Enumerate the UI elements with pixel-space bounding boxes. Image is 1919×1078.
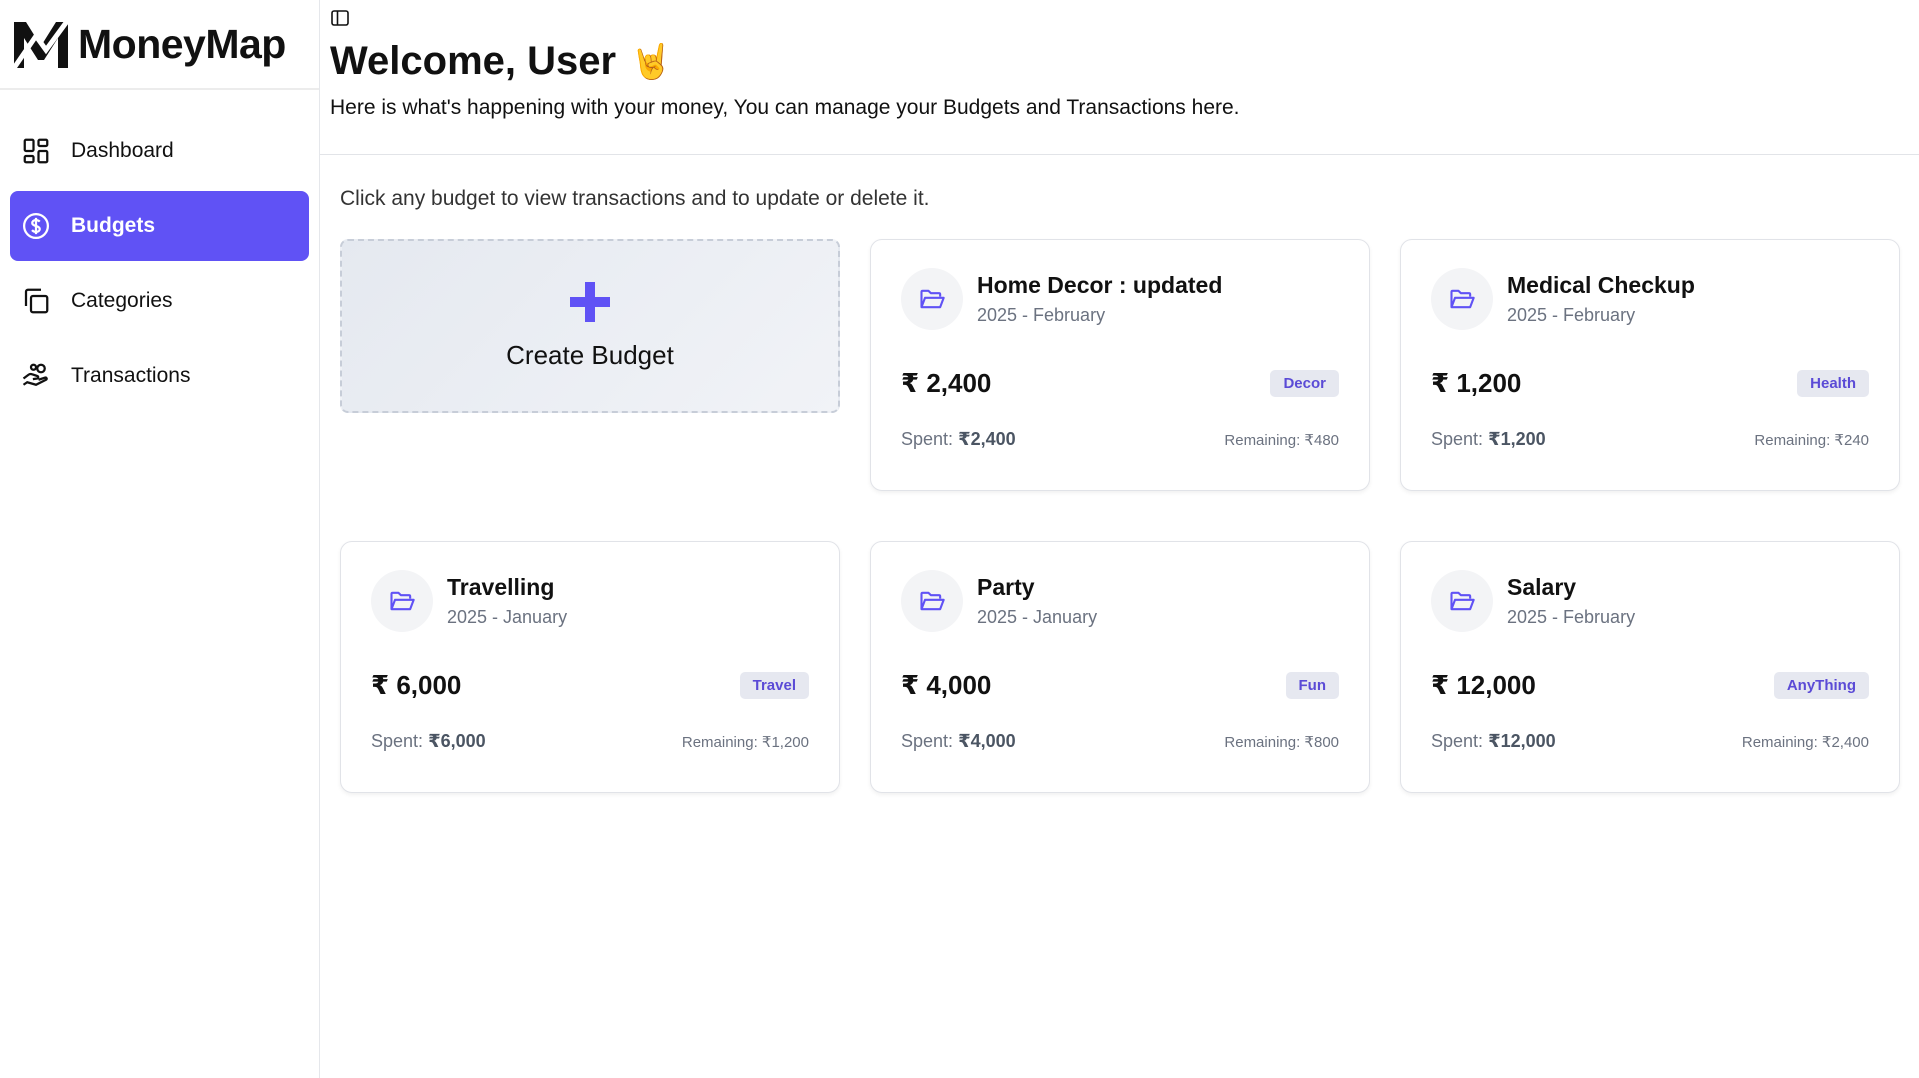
sidebar: MoneyMap Dashboard Budgets Categories Tr… <box>0 0 320 1078</box>
folder-icon <box>1431 268 1493 330</box>
spent-value: ₹1,200 <box>1488 429 1546 449</box>
budget-remaining: Remaining: ₹240 <box>1754 431 1869 449</box>
sidebar-item-label: Dashboard <box>71 139 174 162</box>
budget-card[interactable]: Party 2025 - January ₹ 4,000 Fun Spent: … <box>870 541 1370 793</box>
budget-card-header: Party 2025 - January <box>901 570 1339 632</box>
budget-card[interactable]: Medical Checkup 2025 - February ₹ 1,200 … <box>1400 239 1900 491</box>
budget-spent: Spent: ₹4,000 <box>901 731 1016 752</box>
folder-icon <box>371 570 433 632</box>
budget-card[interactable]: Salary 2025 - February ₹ 12,000 AnyThing… <box>1400 541 1900 793</box>
budget-spent: Spent: ₹1,200 <box>1431 429 1546 450</box>
category-badge: Travel <box>739 672 809 699</box>
budget-date: 2025 - January <box>977 607 1098 627</box>
budget-title: Travelling <box>447 574 555 600</box>
page-header: Welcome, User 🤘 Here is what's happening… <box>320 0 1919 155</box>
budget-spent: Spent: ₹12,000 <box>1431 731 1556 752</box>
brand-name: MoneyMap <box>78 20 286 67</box>
copy-icon <box>21 286 51 316</box>
sidebar-item-transactions[interactable]: Transactions <box>10 341 309 411</box>
sidebar-item-categories[interactable]: Categories <box>10 266 309 336</box>
budget-amount-row: ₹ 1,200 Health <box>1431 368 1869 399</box>
rock-hand-emoji-icon: 🤘 <box>630 42 673 81</box>
sidebar-item-label: Transactions <box>71 364 191 387</box>
spent-label: Spent: <box>1431 731 1484 751</box>
spent-label: Spent: <box>1431 429 1484 449</box>
category-badge: Decor <box>1270 370 1339 397</box>
dollar-circle-icon <box>21 211 51 241</box>
spent-value: ₹12,000 <box>1488 731 1556 751</box>
spent-label: Spent: <box>371 731 424 751</box>
brand[interactable]: MoneyMap <box>0 0 319 90</box>
budget-card-header: Home Decor : updated 2025 - February <box>901 268 1339 330</box>
moneymap-logo-icon <box>11 18 71 70</box>
sidebar-item-budgets[interactable]: Budgets <box>10 191 309 261</box>
budget-remaining: Remaining: ₹1,200 <box>681 733 809 751</box>
budget-amount-row: ₹ 6,000 Travel <box>371 670 809 701</box>
main-area: Welcome, User 🤘 Here is what's happening… <box>320 0 1919 1078</box>
budgets-grid: Create Budget Home Decor : updated 2025 … <box>340 239 1900 793</box>
budget-card-header: Medical Checkup 2025 - February <box>1431 268 1869 330</box>
hand-coins-icon <box>21 361 51 391</box>
spent-value: ₹2,400 <box>958 429 1016 449</box>
sidebar-nav: Dashboard Budgets Categories Transaction… <box>0 90 319 411</box>
budget-title: Home Decor : updated <box>977 272 1223 298</box>
budget-amount: ₹ 1,200 <box>1431 368 1522 398</box>
budget-spent-row: Spent: ₹1,200 Remaining: ₹240 <box>1431 429 1869 450</box>
budget-date: 2025 - January <box>447 607 568 627</box>
budget-spent-row: Spent: ₹2,400 Remaining: ₹480 <box>901 429 1339 450</box>
category-badge: AnyThing <box>1773 672 1869 699</box>
budget-amount: ₹ 4,000 <box>901 670 992 700</box>
budget-date: 2025 - February <box>977 305 1106 325</box>
budget-card[interactable]: Travelling 2025 - January ₹ 6,000 Travel… <box>340 541 840 793</box>
budget-amount: ₹ 6,000 <box>371 670 462 700</box>
budget-amount-row: ₹ 2,400 Decor <box>901 368 1339 399</box>
folder-icon <box>901 268 963 330</box>
budget-spent: Spent: ₹6,000 <box>371 731 486 752</box>
budget-remaining: Remaining: ₹480 <box>1224 431 1339 449</box>
budget-remaining: Remaining: ₹800 <box>1224 733 1339 751</box>
spent-value: ₹4,000 <box>958 731 1016 751</box>
category-badge: Health <box>1797 370 1869 397</box>
budget-amount-row: ₹ 4,000 Fun <box>901 670 1339 701</box>
budget-amount: ₹ 2,400 <box>901 368 992 398</box>
budgets-section: Click any budget to view transactions an… <box>320 155 1919 793</box>
budget-title: Salary <box>1507 574 1577 600</box>
budget-title: Party <box>977 574 1035 600</box>
budget-card-header: Salary 2025 - February <box>1431 570 1869 632</box>
folder-icon <box>1431 570 1493 632</box>
budget-card-header: Travelling 2025 - January <box>371 570 809 632</box>
page-title: Welcome, User 🤘 <box>330 39 1919 84</box>
spent-value: ₹6,000 <box>428 731 486 751</box>
budget-spent-row: Spent: ₹6,000 Remaining: ₹1,200 <box>371 731 809 752</box>
budget-spent-row: Spent: ₹4,000 Remaining: ₹800 <box>901 731 1339 752</box>
budget-date: 2025 - February <box>1507 305 1636 325</box>
create-budget-button[interactable]: Create Budget <box>340 239 840 413</box>
sidebar-item-label: Categories <box>71 289 173 312</box>
spent-label: Spent: <box>901 731 954 751</box>
create-budget-label: Create Budget <box>506 339 674 370</box>
budget-title: Medical Checkup <box>1507 272 1695 298</box>
budget-card[interactable]: Home Decor : updated 2025 - February ₹ 2… <box>870 239 1370 491</box>
welcome-text: Welcome, User <box>330 39 617 83</box>
budgets-hint: Click any budget to view transactions an… <box>340 187 930 210</box>
budget-amount: ₹ 12,000 <box>1431 670 1536 700</box>
app-root: MoneyMap Dashboard Budgets Categories Tr… <box>0 0 1919 1078</box>
budget-spent-row: Spent: ₹12,000 Remaining: ₹2,400 <box>1431 731 1869 752</box>
budget-amount-row: ₹ 12,000 AnyThing <box>1431 670 1869 701</box>
sidebar-toggle-icon[interactable] <box>330 8 350 28</box>
page-subtitle: Here is what's happening with your money… <box>330 96 1240 119</box>
folder-icon <box>901 570 963 632</box>
dashboard-icon <box>21 136 51 166</box>
spent-label: Spent: <box>901 429 954 449</box>
budget-date: 2025 - February <box>1507 607 1636 627</box>
category-badge: Fun <box>1285 672 1339 699</box>
budget-spent: Spent: ₹2,400 <box>901 429 1016 450</box>
budget-remaining: Remaining: ₹2,400 <box>1741 733 1869 751</box>
sidebar-item-dashboard[interactable]: Dashboard <box>10 116 309 186</box>
plus-icon <box>570 281 610 322</box>
sidebar-item-label: Budgets <box>71 214 155 237</box>
